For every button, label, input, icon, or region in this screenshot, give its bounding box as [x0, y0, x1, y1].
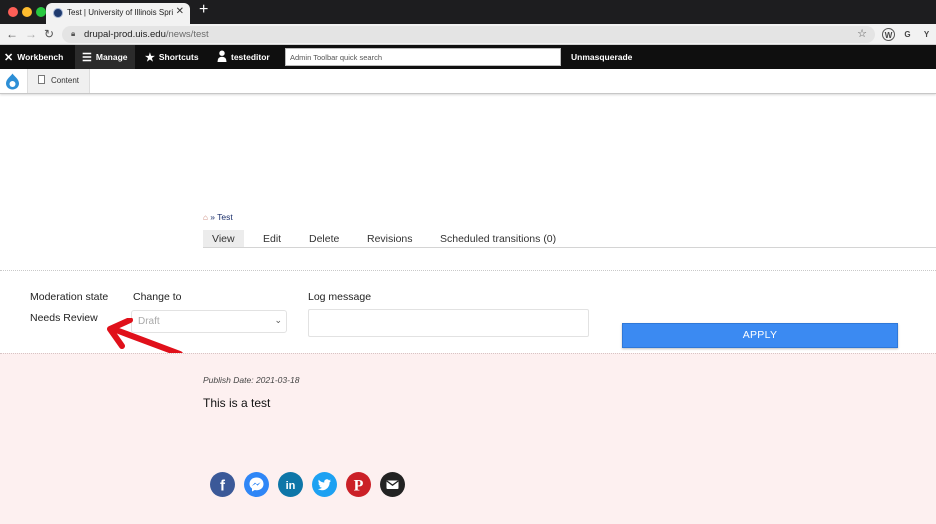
- tab-title: Test | University of Illinois Spri: [67, 8, 174, 17]
- dotted-divider: [0, 270, 936, 271]
- site-favicon-icon: [53, 8, 63, 18]
- admin-toolbar-search-input[interactable]: [285, 48, 561, 66]
- tab-edit[interactable]: Edit: [263, 230, 281, 248]
- forward-icon[interactable]: →: [25, 27, 37, 41]
- menu-icon: ☰: [82, 52, 92, 64]
- tools-icon: ✕: [4, 52, 14, 64]
- browser-tab[interactable]: Test | University of Illinois Spri ✕: [46, 3, 190, 24]
- log-message-input[interactable]: [308, 309, 589, 337]
- tab-scheduled-transitions[interactable]: Scheduled transitions (0): [440, 230, 556, 248]
- breadcrumb-current[interactable]: Test: [217, 212, 233, 222]
- publish-date-label: Publish Date:: [203, 375, 254, 385]
- tab-revisions[interactable]: Revisions: [367, 230, 413, 248]
- maximize-window-icon[interactable]: [36, 7, 46, 17]
- svg-text:P: P: [354, 478, 364, 495]
- star-icon: ★: [145, 52, 155, 64]
- log-message-label: Log message: [308, 291, 372, 303]
- chevron-down-icon: ⌄: [274, 315, 282, 325]
- back-icon[interactable]: ←: [6, 27, 18, 41]
- wordpress-extension-icon[interactable]: W: [882, 28, 895, 41]
- body-text: This is a test: [203, 396, 271, 410]
- publish-date: Publish Date: 2021-03-18: [203, 375, 299, 385]
- svg-text:f: f: [220, 478, 226, 495]
- toolbar-workbench[interactable]: ✕ Workbench: [4, 45, 63, 69]
- apply-button[interactable]: APPLY: [622, 323, 898, 348]
- toolbar-manage[interactable]: ☰ Manage: [75, 45, 135, 69]
- url-field[interactable]: 🔒︎ drupal-prod.uis.edu/news/test ☆: [62, 26, 875, 43]
- linkedin-icon[interactable]: in: [278, 472, 303, 497]
- messenger-icon[interactable]: [244, 472, 269, 497]
- moderation-state-value: Needs Review: [30, 312, 98, 324]
- tab-delete[interactable]: Delete: [309, 230, 339, 248]
- drupal-logo-icon[interactable]: [5, 73, 20, 90]
- svg-text:in: in: [286, 480, 296, 492]
- content-preview-area: [0, 353, 936, 524]
- screen: Test | University of Illinois Spri ✕ + ←…: [0, 0, 936, 524]
- bookmark-star-icon[interactable]: ☆: [857, 27, 867, 40]
- y-extension-icon[interactable]: Y: [920, 28, 933, 41]
- toolbar-unmasquerade[interactable]: Unmasquerade: [571, 45, 632, 69]
- browser-address-bar: ← → ↻ 🔒︎ drupal-prod.uis.edu/news/test ☆…: [0, 24, 936, 45]
- document-icon: [38, 75, 45, 84]
- moderation-state-label: Moderation state: [30, 291, 109, 303]
- toolbar-tray: Content: [0, 69, 936, 94]
- reload-icon[interactable]: ↻: [44, 27, 54, 41]
- toolbar-content-link[interactable]: Content: [27, 69, 91, 93]
- pinterest-icon[interactable]: P: [346, 472, 371, 497]
- tabs-divider: [203, 247, 936, 248]
- tab-close-icon[interactable]: ✕: [176, 6, 184, 17]
- facebook-icon[interactable]: f: [210, 472, 235, 497]
- breadcrumb-separator: »: [210, 212, 215, 222]
- home-icon[interactable]: ⌂: [203, 213, 208, 222]
- breadcrumb: ⌂ » Test: [203, 212, 233, 222]
- lock-icon: 🔒︎: [71, 29, 76, 38]
- publish-date-value: 2021-03-18: [255, 375, 300, 385]
- new-tab-button[interactable]: +: [199, 1, 208, 19]
- close-window-icon[interactable]: [8, 7, 18, 17]
- google-extension-icon[interactable]: G: [901, 28, 914, 41]
- admin-toolbar: ✕ Workbench ☰ Manage ★ Shortcuts testeditor…: [0, 45, 936, 69]
- email-icon[interactable]: [380, 472, 405, 497]
- toolbar-user[interactable]: testeditor: [217, 45, 270, 69]
- browser-titlebar: Test | University of Illinois Spri ✕ +: [0, 0, 936, 24]
- user-icon: [217, 50, 227, 62]
- url-text: drupal-prod.uis.edu/news/test: [84, 29, 209, 40]
- tab-view[interactable]: View: [203, 230, 244, 248]
- minimize-window-icon[interactable]: [22, 7, 32, 17]
- change-to-label: Change to: [133, 291, 182, 303]
- twitter-icon[interactable]: [312, 472, 337, 497]
- toolbar-shortcuts[interactable]: ★ Shortcuts: [145, 45, 199, 69]
